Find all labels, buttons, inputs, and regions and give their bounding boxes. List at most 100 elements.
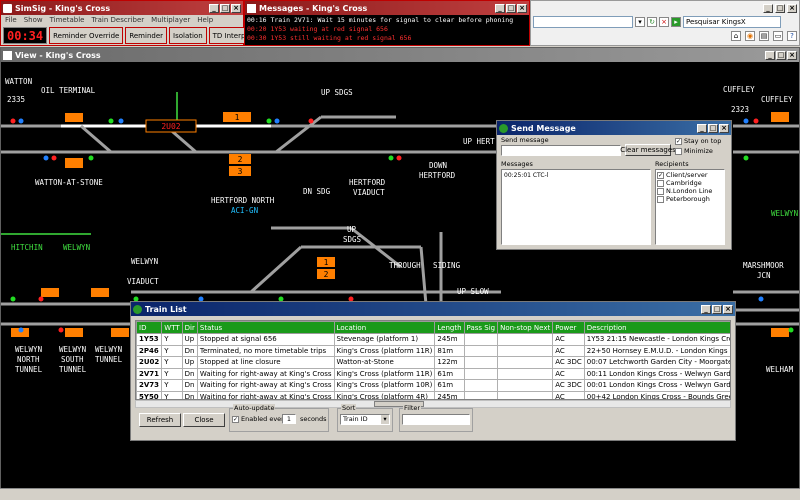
signal-blue[interactable] — [43, 155, 49, 161]
table-row[interactable]: 2V73 Y Dn Waiting for right-away at King's … — [136, 379, 730, 392]
close-icon[interactable]: × — [719, 123, 729, 133]
filter-input[interactable] — [402, 414, 470, 425]
sim-clock[interactable]: 00:34 — [3, 27, 48, 44]
signal-green[interactable] — [743, 155, 749, 161]
td-berth[interactable] — [91, 288, 109, 297]
signal-blue[interactable] — [758, 296, 764, 302]
signal-red[interactable] — [38, 296, 44, 302]
isolation-button[interactable]: Isolation — [169, 27, 207, 44]
simsig-titlebar[interactable]: SimSig - King's Cross _ □ × — [1, 1, 243, 15]
column-header[interactable]: Description — [583, 321, 730, 334]
maximize-icon[interactable]: □ — [775, 3, 785, 13]
sort-select[interactable]: Train ID ▾ — [340, 414, 390, 425]
reminder-button[interactable]: Reminder — [125, 27, 168, 44]
signal-green[interactable] — [108, 118, 114, 124]
minimize-icon[interactable]: _ — [765, 50, 775, 60]
address-bar[interactable] — [533, 16, 633, 28]
recipient-item[interactable]: Cambridge — [657, 179, 723, 187]
menu-show[interactable]: Show — [24, 16, 43, 24]
checkbox-icon[interactable] — [657, 195, 664, 203]
clear-messages-button[interactable]: Clear messages — [620, 144, 676, 156]
close-icon[interactable]: × — [517, 3, 527, 13]
column-header[interactable]: WTT — [161, 321, 183, 334]
maximize-icon[interactable]: □ — [220, 3, 230, 13]
messages-history[interactable]: 00:25:01 CTC-l — [501, 169, 651, 245]
column-header[interactable]: ID — [136, 321, 163, 334]
train-table-container[interactable]: ID WTT Dir Status Location Length Pass Sig Non-… — [135, 320, 731, 400]
close-icon[interactable]: × — [231, 3, 241, 13]
send-message-input[interactable] — [501, 145, 621, 156]
minimize-icon[interactable]: _ — [701, 304, 711, 314]
signal-red[interactable] — [308, 118, 314, 124]
td-berth[interactable] — [771, 112, 789, 122]
menu-timetable[interactable]: Timetable — [50, 16, 85, 24]
train-table[interactable]: ID WTT Dir Status Location Length Pass Sig Non-… — [136, 321, 730, 399]
signal-red[interactable] — [396, 155, 402, 161]
maximize-icon[interactable]: □ — [712, 304, 722, 314]
signal-red[interactable] — [58, 327, 64, 333]
close-button[interactable]: Close — [183, 413, 225, 427]
checkbox-icon[interactable] — [657, 179, 664, 187]
table-row[interactable]: 1Y53 Y Up Stopped at signal 656 Stevenage (p… — [136, 333, 730, 346]
signal-blue[interactable] — [274, 118, 280, 124]
refresh-button[interactable]: Refresh — [139, 413, 181, 427]
train-list-titlebar[interactable]: Train List _ □ × — [131, 302, 735, 316]
enabled-every-checkbox[interactable]: ✓ Enabled every — [232, 415, 288, 423]
send-message-titlebar[interactable]: Send Message _ □ × — [497, 121, 731, 135]
signal-green[interactable] — [10, 296, 16, 302]
td-berth[interactable] — [41, 288, 59, 297]
table-row[interactable]: 2U02 Y Up Stopped at line closure Watton-at-… — [136, 356, 730, 369]
home-icon[interactable]: ⌂ — [731, 31, 741, 41]
column-header[interactable]: Status — [196, 321, 335, 334]
stop-icon[interactable]: × — [659, 17, 669, 27]
checkbox-icon[interactable] — [657, 187, 664, 195]
signal-green[interactable] — [388, 155, 394, 161]
signal-blue[interactable] — [118, 118, 124, 124]
checkbox-checked-icon[interactable]: ✓ — [675, 137, 682, 145]
signal-red[interactable] — [10, 118, 16, 124]
minimize-icon[interactable]: _ — [495, 3, 505, 13]
maximize-icon[interactable]: □ — [708, 123, 718, 133]
search-input[interactable]: Pesquisar KingsX — [683, 16, 781, 28]
recipient-item[interactable]: N.London Line — [657, 187, 723, 195]
recipients-list[interactable]: ✓ Client/server Cambridge N.London Line Pete… — [655, 169, 725, 245]
print-icon[interactable]: ▤ — [759, 31, 769, 41]
column-header[interactable]: Location — [333, 321, 436, 334]
minimize-icon[interactable]: _ — [697, 123, 707, 133]
signal-blue[interactable] — [18, 327, 24, 333]
signal-green[interactable] — [788, 327, 794, 333]
recipient-item[interactable]: Peterborough — [657, 195, 723, 203]
maximize-icon[interactable]: □ — [776, 50, 786, 60]
checkbox-checked-icon[interactable]: ✓ — [232, 415, 239, 423]
table-row[interactable]: 2V71 Y Dn Waiting for right-away at King's … — [136, 367, 730, 380]
search-engine-icon[interactable]: ▸ — [671, 17, 681, 27]
minimize-icon[interactable]: _ — [209, 3, 219, 13]
signal-green[interactable] — [266, 118, 272, 124]
td-berth[interactable] — [771, 328, 789, 337]
refresh-icon[interactable]: ↻ — [647, 17, 657, 27]
signal-green[interactable] — [88, 155, 94, 161]
signal-blue[interactable] — [18, 118, 24, 124]
menu-train-describer[interactable]: Train Describer — [91, 16, 144, 24]
checkbox-icon[interactable] — [675, 147, 682, 155]
menu-multiplayer[interactable]: Multiplayer — [151, 16, 190, 24]
close-icon[interactable]: × — [787, 50, 797, 60]
minimize-checkbox[interactable]: Minimize — [675, 147, 713, 155]
dropdown-icon[interactable]: ▾ — [635, 17, 645, 27]
reminder-override-button[interactable]: Reminder Override — [49, 27, 124, 44]
recipient-item[interactable]: ✓ Client/server — [657, 171, 723, 179]
td-berth[interactable] — [65, 158, 83, 168]
column-header[interactable]: Non-stop Next — [497, 321, 554, 334]
view-titlebar[interactable]: View - King's Cross _ □ × — [1, 48, 799, 62]
signal-red[interactable] — [51, 155, 57, 161]
checkbox-checked-icon[interactable]: ✓ — [657, 171, 664, 179]
menu-help[interactable]: Help — [197, 16, 213, 24]
messages-titlebar[interactable]: Messages - King's Cross _ □ × — [245, 1, 529, 15]
stay-on-top-checkbox[interactable]: ✓ Stay on top — [675, 137, 721, 145]
column-header[interactable]: Power — [552, 321, 585, 334]
feeds-icon[interactable]: ◉ — [745, 31, 755, 41]
signal-red[interactable] — [753, 118, 759, 124]
td-berth[interactable] — [111, 328, 129, 337]
horizontal-scrollbar[interactable] — [135, 400, 731, 408]
help-icon[interactable]: ? — [787, 31, 797, 41]
